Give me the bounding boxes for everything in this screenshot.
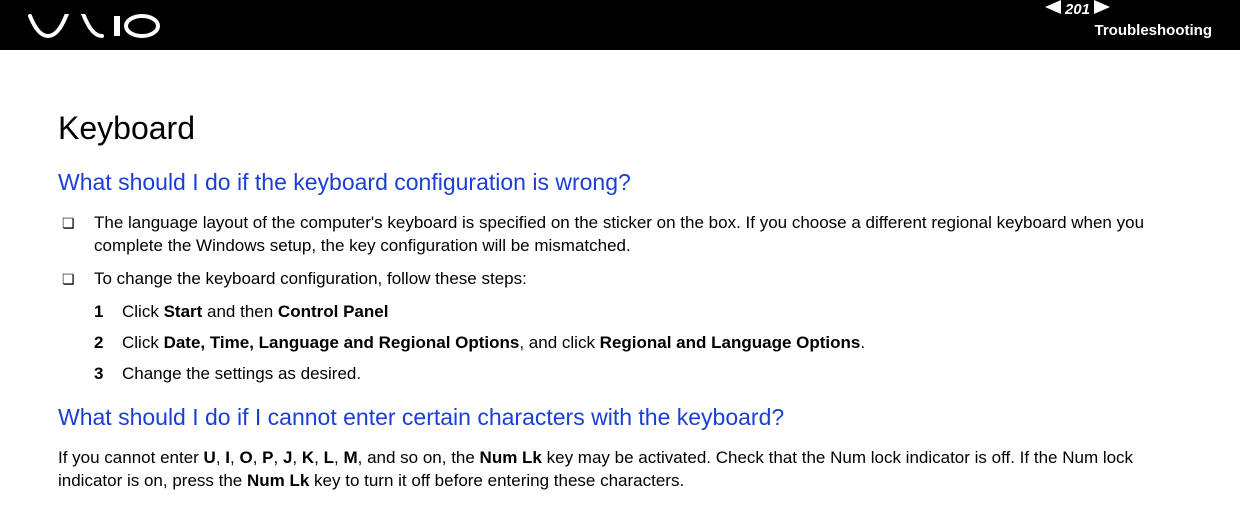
text-run: Click	[122, 302, 164, 321]
step-text: Change the settings as desired.	[122, 363, 1188, 386]
page-title: Keyboard	[58, 110, 1188, 147]
text-run: , and click	[519, 333, 599, 352]
bold-run: Start	[164, 302, 203, 321]
next-page-arrow-icon[interactable]	[1094, 0, 1110, 18]
bullet-item: ❏ To change the keyboard configuration, …	[58, 268, 1188, 291]
step-text: Click Date, Time, Language and Regional …	[122, 332, 1188, 355]
text-run: Click	[122, 333, 164, 352]
body-paragraph: If you cannot enter U, I, O, P, J, K, L,…	[58, 447, 1188, 493]
prev-page-arrow-icon[interactable]	[1045, 0, 1061, 18]
text-run: ,	[253, 448, 262, 467]
bold-run: U	[204, 448, 216, 467]
text-run: ,	[314, 448, 323, 467]
header-bar: 201 Troubleshooting	[0, 0, 1240, 50]
text-run: ,	[216, 448, 225, 467]
step-item: 3 Change the settings as desired.	[94, 363, 1188, 386]
bullet-item: ❏ The language layout of the computer's …	[58, 212, 1188, 258]
bold-run: L	[324, 448, 334, 467]
bullet-icon: ❏	[58, 212, 94, 233]
text-run: If you cannot enter	[58, 448, 204, 467]
step-text: Click Start and then Control Panel	[122, 301, 1188, 324]
bold-run: M	[343, 448, 357, 467]
bold-run: Regional and Language Options	[600, 333, 861, 352]
text-run: .	[860, 333, 865, 352]
text-run: ,	[274, 448, 283, 467]
step-item: 1 Click Start and then Control Panel	[94, 301, 1188, 324]
bold-run: Num Lk	[247, 471, 309, 490]
text-run: , and so on, the	[358, 448, 480, 467]
vaio-logo	[28, 14, 163, 38]
step-number: 2	[94, 332, 122, 355]
bold-run: Control Panel	[278, 302, 389, 321]
bold-run: Date, Time, Language and Regional Option…	[164, 333, 520, 352]
section-label: Troubleshooting	[1095, 22, 1213, 39]
step-item: 2 Click Date, Time, Language and Regiona…	[94, 332, 1188, 355]
bold-run: K	[302, 448, 314, 467]
question-1-heading: What should I do if the keyboard configu…	[58, 169, 1188, 196]
bold-run: P	[262, 448, 273, 467]
bullet-text: To change the keyboard configuration, fo…	[94, 268, 1188, 291]
text-run: key to turn it off before entering these…	[309, 471, 684, 490]
bullet-text: The language layout of the computer's ke…	[94, 212, 1188, 258]
page-number: 201	[1065, 1, 1090, 18]
question-2-heading: What should I do if I cannot enter certa…	[58, 404, 1188, 431]
page-nav: 201	[1045, 0, 1110, 18]
content-area: Keyboard What should I do if the keyboar…	[0, 50, 1240, 493]
text-run: and then	[202, 302, 278, 321]
bold-run: Num Lk	[480, 448, 542, 467]
bullet-icon: ❏	[58, 268, 94, 289]
step-number: 3	[94, 363, 122, 386]
text-run: ,	[292, 448, 301, 467]
bold-run: J	[283, 448, 292, 467]
bold-run: O	[239, 448, 252, 467]
step-number: 1	[94, 301, 122, 324]
